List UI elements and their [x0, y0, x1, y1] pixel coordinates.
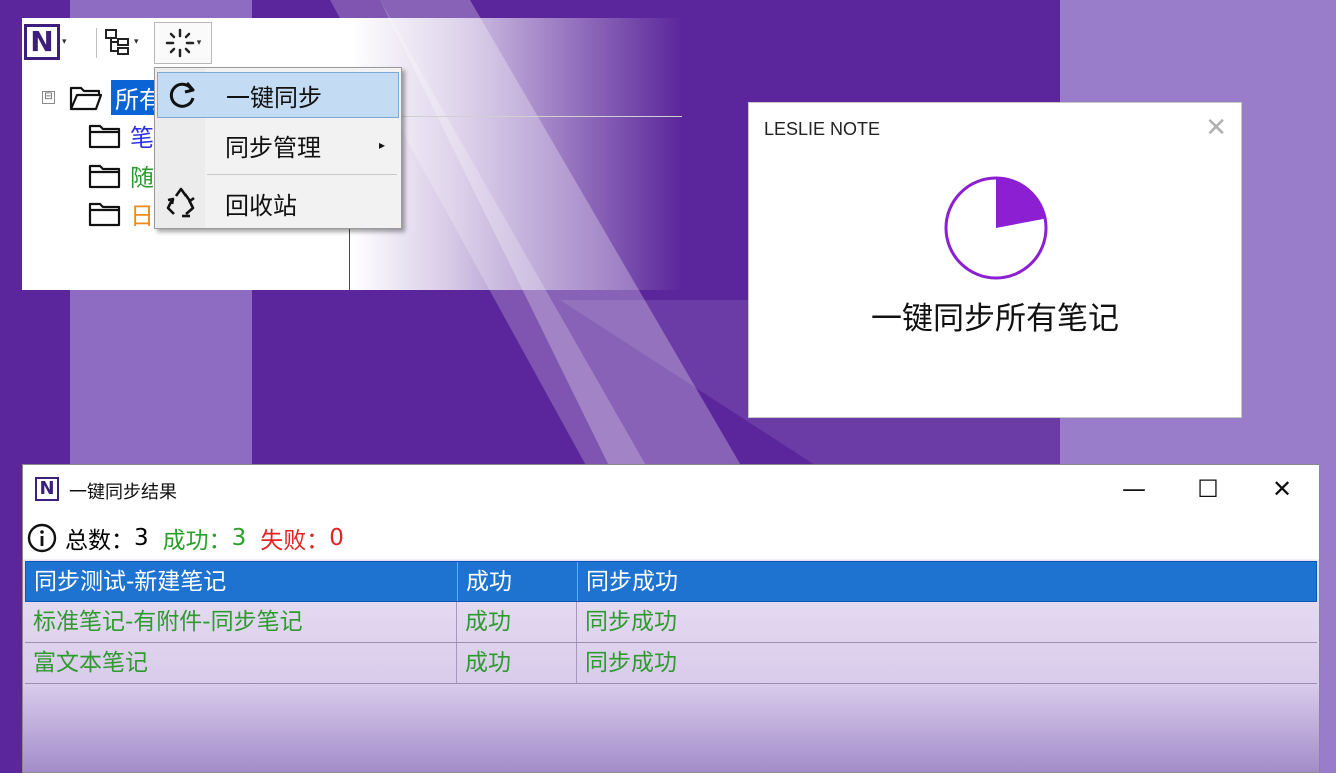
table-row[interactable]: 同步测试-新建笔记 成功 同步成功	[25, 561, 1317, 602]
tree-item[interactable]: 日	[88, 196, 154, 231]
maximize-button[interactable]: ☐	[1183, 473, 1233, 505]
app-menu-button[interactable]: N ▾	[24, 24, 67, 60]
chevron-down-icon: ▾	[196, 38, 202, 48]
dialog-title: LESLIE NOTE	[764, 119, 881, 139]
open-folder-icon	[69, 86, 103, 110]
status-cell: 成功	[457, 643, 577, 683]
close-icon[interactable]: ✕	[1205, 113, 1227, 143]
success-count: 3	[231, 525, 247, 551]
tree-item-label: 笔	[130, 124, 154, 152]
progress-slice	[996, 178, 1046, 228]
collapse-toggle[interactable]: ⊟	[42, 91, 55, 104]
sync-progress-dialog: LESLIE NOTE ✕ 一键同步所有笔记	[748, 102, 1242, 418]
status-cell: 成功	[457, 602, 577, 642]
menu-item-label: 同步管理	[225, 133, 321, 162]
message-cell: 同步成功	[586, 569, 678, 595]
note-name-cell: 富文本笔记	[25, 643, 457, 683]
message-cell: 同步成功	[585, 609, 677, 635]
submenu-arrow-icon: ▸	[378, 138, 385, 152]
close-button[interactable]: ✕	[1257, 473, 1307, 505]
app-logo-icon: N	[35, 477, 59, 501]
note-name-cell: 同步测试-新建笔记	[26, 562, 458, 601]
toolbar-divider	[96, 28, 97, 58]
tree-item[interactable]: 随	[88, 158, 154, 193]
info-icon	[27, 523, 57, 553]
title-bar: N 一键同步结果 — ☐ ✕	[23, 465, 1319, 511]
table-row[interactable]: 富文本笔记 成功 同步成功	[25, 643, 1317, 684]
dialog-message: 一键同步所有笔记	[871, 301, 1119, 337]
menu-item-label: 回收站	[225, 191, 297, 220]
refresh-icon	[169, 82, 195, 108]
folder-icon	[88, 124, 121, 148]
fail-count: 0	[329, 525, 344, 551]
sync-menu-button[interactable]: ▾	[154, 22, 212, 64]
app-logo-icon: N	[24, 24, 60, 60]
sync-dropdown-menu: 一键同步 同步管理 ▸ 回收站	[154, 67, 402, 229]
success-label: 成功：	[162, 528, 232, 554]
menu-item-one-click-sync[interactable]: 一键同步	[157, 72, 399, 118]
fail-label: 失败：	[260, 528, 330, 554]
tree-root-node[interactable]: ⊟ 所有	[42, 80, 167, 115]
recycle-icon	[166, 187, 195, 218]
total-label: 总数：	[65, 528, 134, 554]
window-title: 一键同步结果	[69, 482, 177, 503]
result-table: 同步测试-新建笔记 成功 同步成功 标准笔记-有附件-同步笔记 成功 同步成功 …	[25, 561, 1317, 684]
progress-pie	[944, 176, 1048, 280]
tree-item-label: 日	[130, 202, 154, 230]
chevron-down-icon: ▾	[134, 37, 139, 47]
menu-separator	[207, 174, 397, 175]
minimize-button[interactable]: —	[1109, 473, 1159, 505]
toolbar: N ▾ ▾ ▾	[22, 18, 682, 70]
menu-item-recycle-bin[interactable]: 回收站	[157, 180, 399, 226]
note-name-cell: 标准笔记-有附件-同步笔记	[25, 602, 457, 642]
folder-icon	[88, 202, 121, 226]
status-cell: 成功	[458, 562, 578, 601]
tree-view-button[interactable]: ▾	[104, 24, 139, 60]
tree-item-label: 随	[130, 164, 154, 192]
folder-icon	[88, 164, 121, 188]
tree-structure-icon	[105, 29, 129, 55]
message-cell: 同步成功	[585, 650, 677, 676]
sync-result-window: N 一键同步结果 — ☐ ✕ 总数： 3 成功： 3 失败： 0 同步测试-新建…	[22, 464, 1320, 773]
total-count: 3	[134, 525, 149, 551]
menu-item-sync-management[interactable]: 同步管理 ▸	[157, 122, 399, 168]
tree-item[interactable]: 笔	[88, 118, 154, 153]
chevron-down-icon: ▾	[62, 37, 67, 47]
sync-summary: 总数： 3 成功： 3 失败： 0	[27, 521, 344, 555]
menu-item-label: 一键同步	[226, 83, 322, 112]
table-row[interactable]: 标准笔记-有附件-同步笔记 成功 同步成功	[25, 602, 1317, 643]
sync-spinner-icon	[165, 28, 194, 58]
